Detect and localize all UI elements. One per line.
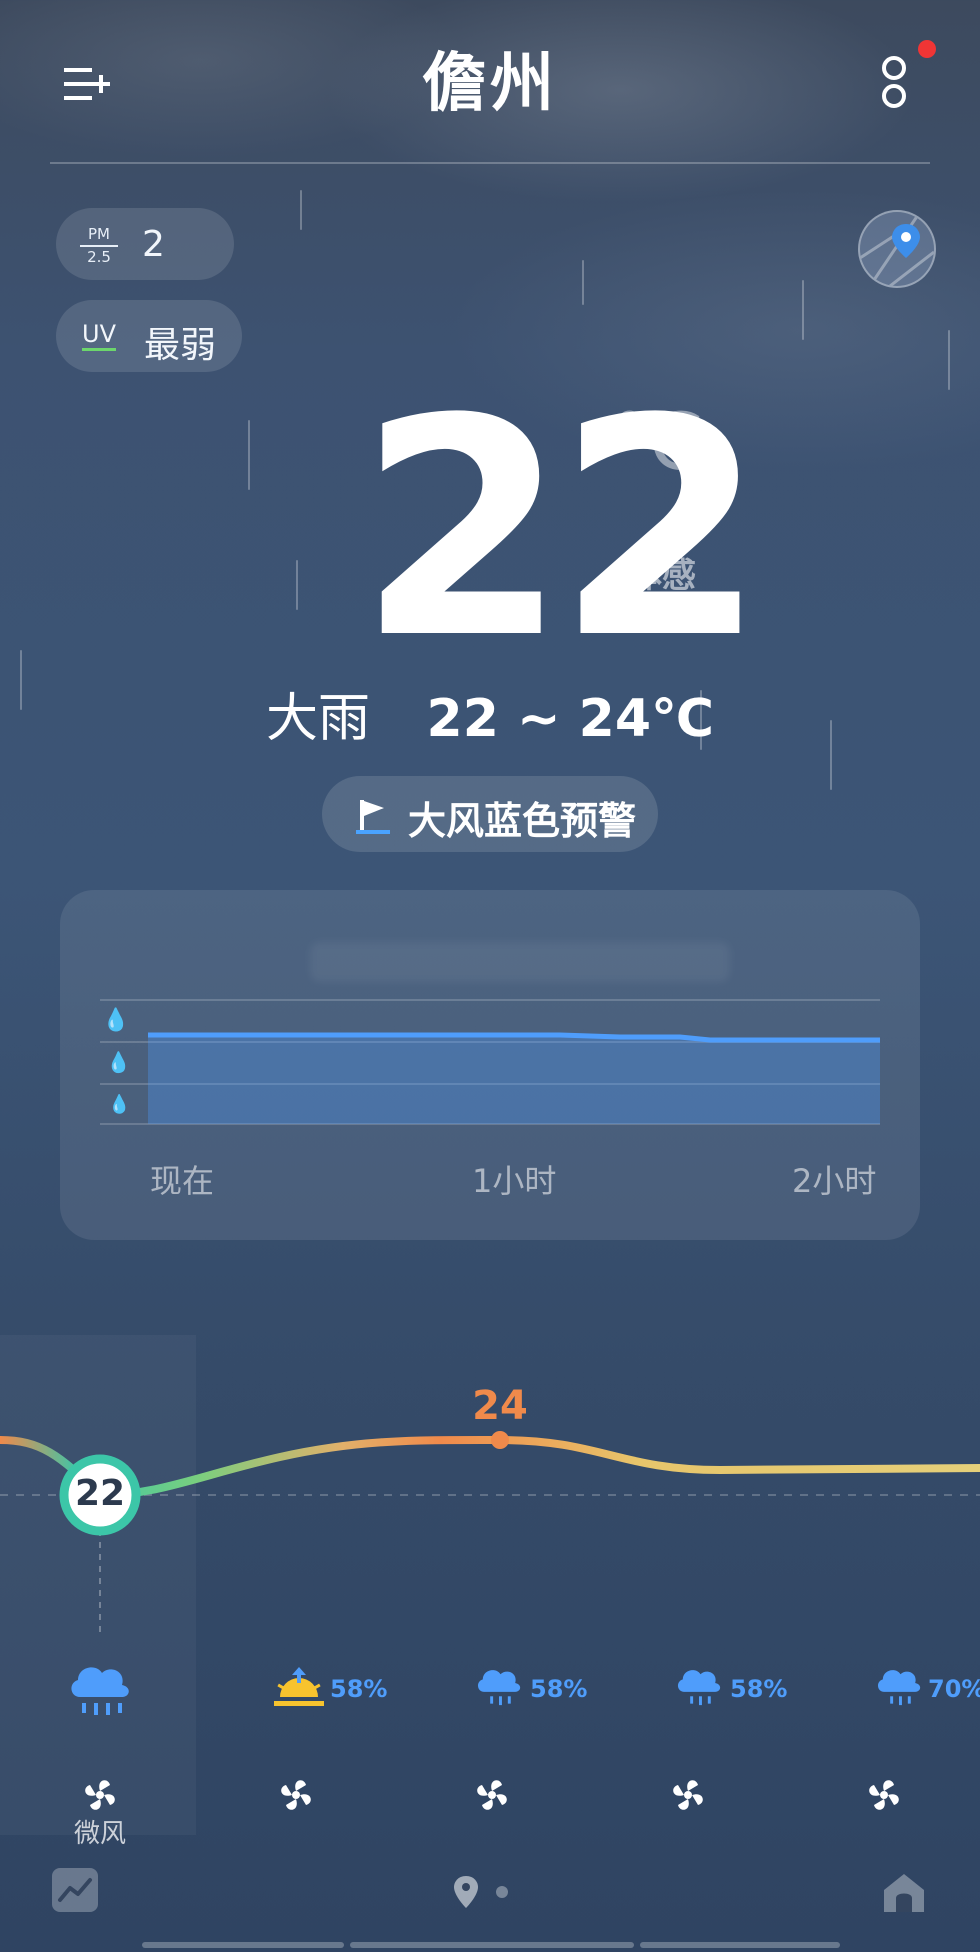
flag-icon — [356, 800, 390, 834]
wind-fan-icon — [85, 1780, 115, 1810]
precip-time-2h: 2小时 — [792, 1162, 877, 1200]
uv-value: 最弱 — [144, 325, 217, 366]
map-button[interactable] — [858, 210, 936, 288]
wind-fan-icon — [869, 1780, 899, 1810]
temperature-range: 22 ~ 24℃ — [426, 689, 715, 749]
location-pin-icon[interactable] — [452, 1874, 480, 1910]
pm25-label: PM 2.5 — [80, 226, 118, 266]
precip-time-1h: 1小时 — [472, 1162, 557, 1200]
city-title: 儋州 — [422, 47, 558, 121]
hour-column: 70% — [784, 1335, 980, 1835]
uv-label: UV — [82, 320, 116, 351]
precipitation-chart — [100, 999, 880, 1125]
rain-streak — [948, 330, 950, 390]
notification-dot — [918, 40, 936, 58]
pm25-value: 2 — [142, 224, 165, 265]
moderate-rain-drops-icon: 💧 — [106, 1050, 131, 1074]
weather-condition: 大雨 — [265, 689, 370, 749]
scroll-indicator — [350, 1942, 634, 1948]
sunrise-icon — [274, 1667, 324, 1706]
precip-time-now: 现在 — [150, 1162, 215, 1200]
heavy-rain-drops-icon: 💧 — [102, 1008, 130, 1033]
feels-like-value: 19°C — [628, 592, 728, 636]
more-options-icon[interactable] — [878, 52, 914, 112]
rain-streak — [248, 420, 250, 490]
precipitation-card[interactable]: 💧 💧 💧 现在 1小时 2小时 — [60, 890, 920, 1240]
uv-chip[interactable]: UV 最弱 — [56, 300, 242, 372]
header: 儋州 — [0, 0, 980, 165]
alert-text: 大风蓝色预警 — [408, 799, 637, 843]
hourly-forecast[interactable]: 22 24 微风 58% 58% 58% 70% — [0, 1335, 980, 1849]
precip-chance: 58% — [730, 1675, 788, 1703]
bottom-bar — [0, 1852, 980, 1952]
wind-fan-icon — [477, 1780, 507, 1810]
rain-streak — [802, 280, 804, 340]
header-divider — [50, 162, 930, 164]
heavy-rain-icon — [71, 1667, 129, 1715]
scroll-indicator — [640, 1942, 840, 1948]
rain-streak — [296, 560, 298, 610]
hour-column: 58% — [392, 1335, 588, 1835]
hour-column: 58% — [588, 1335, 788, 1835]
temperature-unit: °C — [610, 398, 704, 488]
home-icon[interactable] — [880, 1868, 928, 1916]
rain-cloud-icon — [877, 1670, 921, 1706]
scroll-indicator — [142, 1942, 344, 1948]
map-pin-icon — [860, 212, 934, 286]
page-indicator-dot[interactable] — [496, 1886, 508, 1898]
hour-column: 58% — [196, 1335, 392, 1835]
feels-like-label: 体感 — [628, 556, 696, 596]
rain-cloud-icon — [477, 1670, 521, 1706]
weather-alert-button[interactable]: 大风蓝色预警 — [322, 776, 658, 852]
wind-fan-icon — [281, 1780, 311, 1810]
wind-fan-icon — [673, 1780, 703, 1810]
precip-chance: 70% — [928, 1675, 980, 1703]
rain-streak — [582, 260, 584, 305]
condition-row: 大雨 22 ~ 24℃ — [0, 676, 980, 751]
hour-column: 微风 — [0, 1335, 196, 1849]
precip-chance: 58% — [330, 1675, 388, 1703]
rain-cloud-icon — [677, 1670, 721, 1706]
rain-streak — [300, 190, 302, 230]
pm25-chip[interactable]: PM 2.5 2 — [56, 208, 234, 280]
wind-level-label: 微风 — [74, 1819, 127, 1849]
light-rain-drop-icon: 💧 — [108, 1094, 131, 1115]
precip-chance: 58% — [530, 1675, 588, 1703]
trend-chart-icon[interactable] — [52, 1868, 98, 1912]
